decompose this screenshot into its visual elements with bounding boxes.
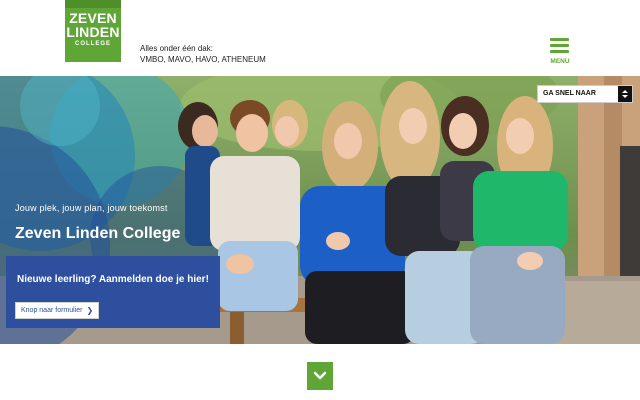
school-logo[interactable]: ZEVEN LINDEN COLLEGE <box>65 0 121 62</box>
form-button[interactable]: Knop naar formulier ❯ <box>15 302 100 319</box>
form-button-label: Knop naar formulier <box>21 307 83 314</box>
menu-button[interactable]: MENU <box>546 38 574 68</box>
hero-banner: Jouw plek, jouw plan, jouw toekomst Zeve… <box>0 76 640 344</box>
menu-label: MENU <box>550 58 570 65</box>
signup-text: Nieuwe leerling? Aanmelden doe je hier! <box>17 274 209 285</box>
quick-nav-label: GA SNEL NAAR <box>543 90 596 97</box>
logo-word-college: COLLEGE <box>74 41 111 47</box>
hero-subtitle: Jouw plek, jouw plan, jouw toekomst <box>15 203 168 213</box>
chevron-right-icon: ❯ <box>86 305 94 315</box>
hero-title: Zeven Linden College <box>15 225 181 242</box>
logo-stripe <box>65 0 121 8</box>
chevron-down-icon <box>313 371 327 380</box>
page: ZEVEN LINDEN COLLEGE Alles onder één dak… <box>0 0 640 400</box>
tagline-levels: VMBO, MAVO, HAVO, ATHENEUM <box>140 55 266 64</box>
site-header: ZEVEN LINDEN COLLEGE Alles onder één dak… <box>0 0 640 76</box>
quick-nav-select[interactable]: GA SNEL NAAR <box>537 85 633 103</box>
logo-word-zeven: ZEVEN <box>69 10 117 26</box>
caret-updown-icon <box>618 86 632 102</box>
scroll-down-button[interactable] <box>307 362 333 390</box>
logo-word-linden: LINDEN <box>66 24 120 40</box>
tagline-text: Alles onder één dak: <box>140 44 213 53</box>
tagline: Alles onder één dak: VMBO, MAVO, HAVO, A… <box>140 43 266 65</box>
signup-panel: Nieuwe leerling? Aanmelden doe je hier! … <box>6 256 220 328</box>
